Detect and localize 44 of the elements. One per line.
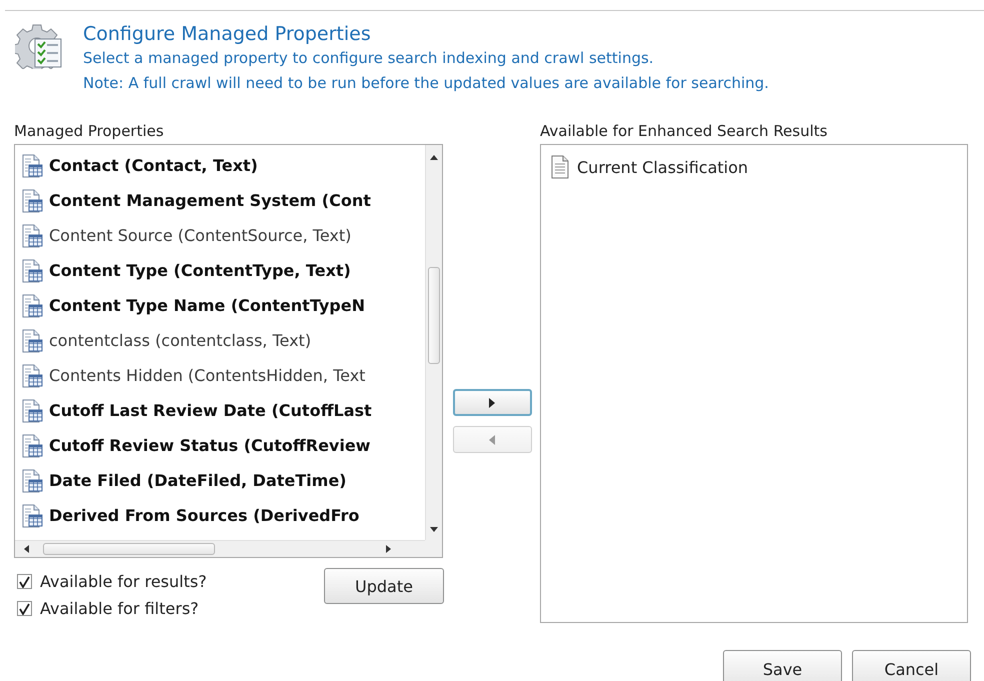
property-item[interactable]: Contents Hidden (ContentsHidden, Text [21, 358, 425, 393]
checkbox-label: Available for results? [40, 572, 207, 591]
document-table-icon [21, 364, 43, 388]
dialog-button[interactable]: Cancel [852, 650, 971, 681]
gear-checklist-icon [15, 23, 63, 69]
vertical-scrollbar[interactable] [425, 145, 442, 540]
property-item[interactable]: Cutoff Review Status (CutoffReview [21, 428, 425, 463]
list-label: Available for Enhanced Search Results [540, 122, 828, 140]
document-table-icon [21, 188, 43, 212]
add-button[interactable] [452, 389, 532, 416]
checkmark-icon [19, 576, 30, 588]
document-table-icon [21, 294, 43, 318]
property-item[interactable]: Contact (Contact, Text) [21, 148, 425, 183]
horizontal-scrollbar[interactable] [15, 540, 425, 557]
dialog-button[interactable]: Save [723, 650, 842, 681]
property-item[interactable]: Date Filed (DateFiled, DateTime) [21, 463, 425, 498]
document-table-icon [21, 224, 43, 248]
list-label: Managed Properties [14, 122, 165, 140]
property-item[interactable]: contentclass (contentclass, Text) [21, 323, 425, 358]
left-arrow-icon [488, 434, 496, 446]
note-text: Note: A full crawl will need to be run before the updated values are available for searching. [83, 73, 769, 94]
result-item[interactable]: Current Classification [550, 153, 967, 181]
checkbox-label: Available for filters? [40, 599, 199, 618]
property-item[interactable]: Content Management System (Cont [21, 183, 425, 218]
document-table-icon [21, 154, 43, 178]
right-arrow-icon [488, 396, 496, 408]
property-item[interactable]: Content Type (ContentType, Text) [21, 253, 425, 288]
page-title: Configure Managed Properties [83, 23, 372, 45]
checkmark-icon [19, 602, 30, 614]
checkbox[interactable] [17, 601, 32, 616]
property-item[interactable]: Content Type Name (ContentTypeN [21, 288, 425, 323]
document-table-icon [21, 328, 43, 352]
checkbox[interactable] [17, 574, 32, 589]
document-table-icon [21, 398, 43, 422]
document-table-icon [21, 434, 43, 458]
document-table-icon [21, 258, 43, 282]
property-item[interactable]: Cutoff Last Review Date (CutoffLast [21, 393, 425, 428]
document-icon [550, 155, 570, 179]
property-item[interactable]: Content Source (ContentSource, Text) [21, 218, 425, 253]
property-item[interactable]: Derived From Sources (DerivedFro [21, 498, 425, 533]
document-table-icon [21, 504, 43, 528]
description-text: Select a managed property to configure search indexing and crawl settings. [83, 48, 655, 69]
update-button[interactable]: Update [324, 568, 444, 604]
document-table-icon [21, 468, 43, 492]
